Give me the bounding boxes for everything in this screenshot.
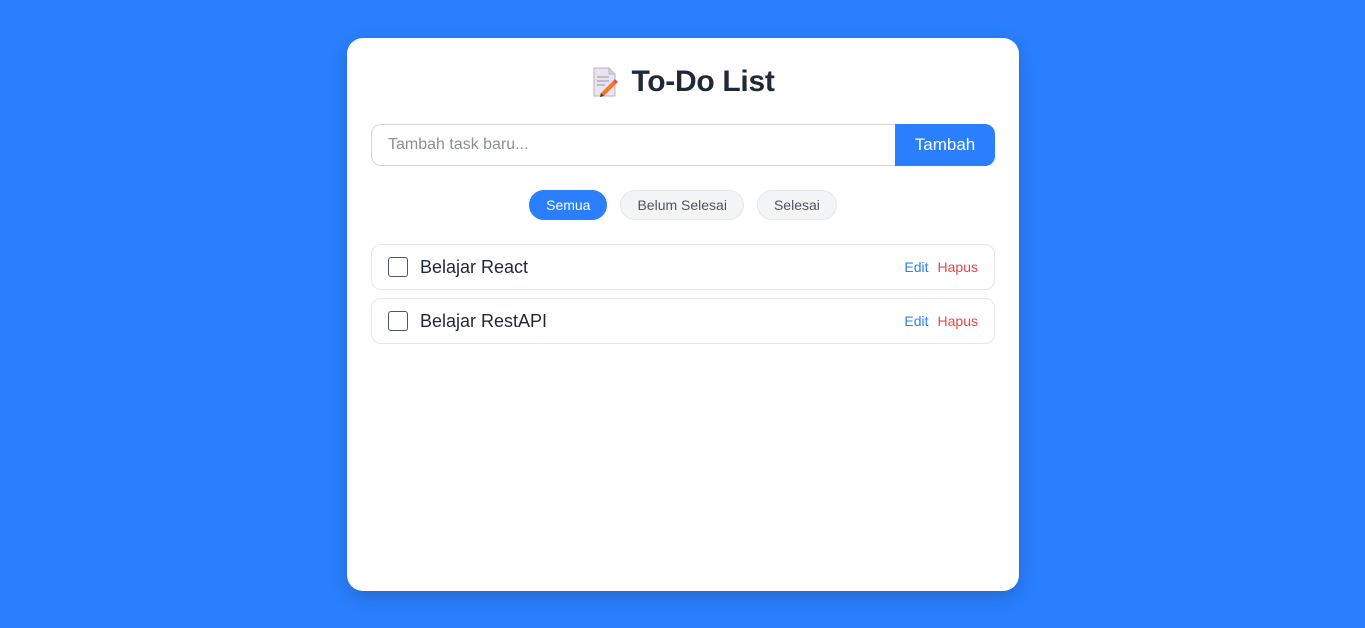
edit-task-button[interactable]: Edit (904, 313, 928, 329)
filter-pending-button[interactable]: Belum Selesai (620, 190, 744, 220)
task-item: Belajar React Edit Hapus (371, 244, 995, 290)
filter-done-button[interactable]: Selesai (756, 190, 837, 220)
page-title: To-Do List (631, 65, 775, 98)
task-text: Belajar React (420, 256, 529, 277)
edit-task-button[interactable]: Edit (904, 259, 928, 275)
add-task-button[interactable]: Tambah (895, 124, 995, 166)
task-text: Belajar RestAPI (420, 310, 548, 331)
new-task-input[interactable] (371, 124, 895, 166)
delete-task-button[interactable]: Hapus (938, 259, 978, 275)
header: To-Do List (371, 64, 995, 100)
filter-all-button[interactable]: Semua (529, 190, 608, 220)
add-task-form: Tambah (371, 124, 995, 166)
memo-pencil-icon (591, 66, 619, 98)
todo-card: To-Do List Tambah Semua Belum Selesai Se… (347, 38, 1019, 591)
task-list: Belajar React Edit Hapus Belajar RestAPI… (371, 244, 995, 344)
task-checkbox[interactable] (388, 257, 408, 277)
task-checkbox[interactable] (388, 311, 408, 331)
filter-bar: Semua Belum Selesai Selesai (371, 190, 995, 220)
delete-task-button[interactable]: Hapus (938, 313, 978, 329)
task-item: Belajar RestAPI Edit Hapus (371, 298, 995, 344)
